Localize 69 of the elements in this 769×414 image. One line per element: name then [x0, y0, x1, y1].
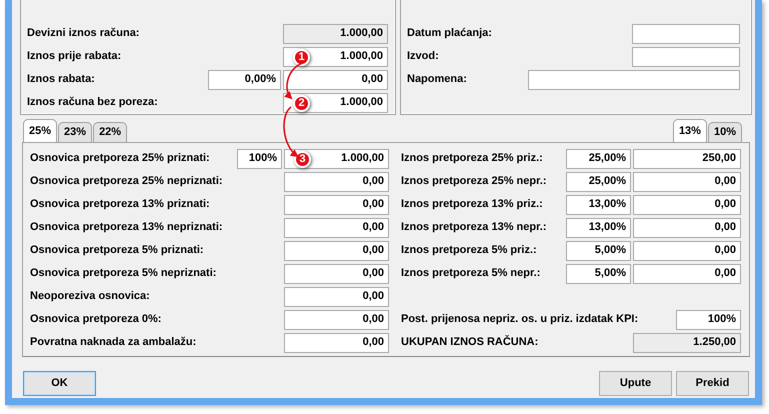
input-field[interactable]: 0,00 — [633, 240, 741, 260]
input-field[interactable]: 0,00 — [284, 218, 389, 238]
field-label: Iznos rabata: — [27, 72, 95, 88]
input-field[interactable]: 25,00% — [566, 148, 631, 168]
input-field[interactable]: 25,00% — [566, 172, 631, 192]
field-label: Iznos pretporeza 25% nepr.: — [401, 174, 546, 190]
field-label: Devizni iznos računa: — [27, 26, 140, 42]
input-field[interactable]: 0,00 — [284, 310, 389, 330]
tab[interactable]: 23% — [58, 122, 92, 142]
field-label: Iznos pretporeza 25% priz.: — [401, 151, 543, 166]
input-field[interactable]: 0,00 — [633, 172, 741, 192]
input-field[interactable]: 13,00% — [566, 194, 631, 214]
input-field[interactable]: 250,00 — [633, 148, 741, 168]
input-field[interactable]: 0,00 — [282, 70, 388, 90]
step-marker: 2 — [293, 94, 310, 112]
dialog-button[interactable]: OK — [23, 371, 96, 396]
input-field[interactable]: 3 1.000,00 — [284, 148, 389, 168]
input-field[interactable]: 0,00 — [633, 194, 741, 214]
input-field[interactable]: 100% — [237, 148, 282, 168]
input-field[interactable]: 0,00 — [284, 264, 389, 284]
annotation-arrow — [283, 106, 298, 158]
field-label: Iznos prije rabata: — [27, 49, 122, 64]
dialog-button[interactable]: Upute — [599, 371, 672, 396]
field-label: Osnovica pretporeza 25% priznati: — [30, 151, 210, 166]
field-label: Neoporeziva osnovica: — [30, 289, 150, 304]
input-field[interactable]: 1.000,00 — [283, 24, 388, 44]
field-label: Osnovica pretporeza 25% nepriznati: — [30, 174, 223, 190]
field-label: UKUPAN IZNOS RAČUNA: — [401, 334, 538, 350]
field-label: Iznos pretporeza 13% nepr.: — [401, 220, 546, 236]
field-label: Izvod: — [407, 49, 439, 64]
field-label: Iznos pretporeza 13% priz.: — [401, 197, 543, 212]
input-field[interactable]: 0,00 — [284, 172, 389, 192]
input-field[interactable]: 0,00 — [284, 194, 389, 214]
step-marker: 1 — [293, 48, 310, 66]
tab[interactable]: 22% — [93, 122, 128, 142]
field-label: Datum plaćanja: — [407, 26, 492, 42]
field-label: Iznos pretporeza 5% priz.: — [401, 243, 537, 258]
step-marker: 3 — [294, 150, 311, 168]
field-label: Osnovica pretporeza 13% priznati: — [30, 197, 210, 212]
tab[interactable]: 13% — [672, 119, 707, 142]
input-field[interactable]: 1 1.000,00 — [283, 46, 388, 66]
field-label: Iznos računa bez poreza: — [27, 95, 158, 110]
input-field[interactable]: 0,00 — [633, 218, 741, 238]
dialog-button[interactable]: Prekid — [676, 371, 749, 396]
field-label: Post. prijenosa nepriz. os. u priz. izdatak KPI: — [401, 312, 638, 328]
tab[interactable]: 10% — [708, 122, 742, 142]
input-field[interactable]: 5,00% — [566, 240, 631, 260]
input-field[interactable]: 2 1.000,00 — [283, 92, 388, 112]
field-label: Iznos pretporeza 5% nepr.: — [401, 266, 540, 282]
input-field[interactable] — [632, 24, 740, 44]
field-label: Osnovica pretporeza 5% nepriznati: — [30, 266, 216, 282]
input-field[interactable]: 100% — [676, 310, 741, 330]
input-field[interactable]: 0,00 — [284, 286, 389, 306]
field-label: Povratna naknada za ambalažu: — [30, 335, 196, 350]
tab[interactable]: 25% — [23, 119, 58, 142]
annotation-arrow — [284, 62, 304, 100]
input-field[interactable] — [632, 46, 740, 66]
input-field[interactable]: 0,00 — [284, 240, 389, 260]
input-field[interactable]: 5,00% — [566, 264, 631, 284]
input-field[interactable]: 1.250,00 — [633, 332, 741, 352]
input-field[interactable]: 0,00 — [284, 332, 389, 352]
field-label: Osnovica pretporeza 0%: — [30, 312, 162, 328]
input-field[interactable]: 13,00% — [566, 218, 631, 238]
input-field[interactable]: 0,00 — [633, 264, 741, 284]
input-field[interactable]: 0,00% — [208, 70, 281, 90]
field-label: Osnovica pretporeza 5% priznati: — [30, 243, 204, 258]
input-field[interactable] — [528, 70, 740, 90]
field-label: Osnovica pretporeza 13% nepriznati: — [30, 220, 223, 236]
field-label: Napomena: — [407, 72, 467, 88]
